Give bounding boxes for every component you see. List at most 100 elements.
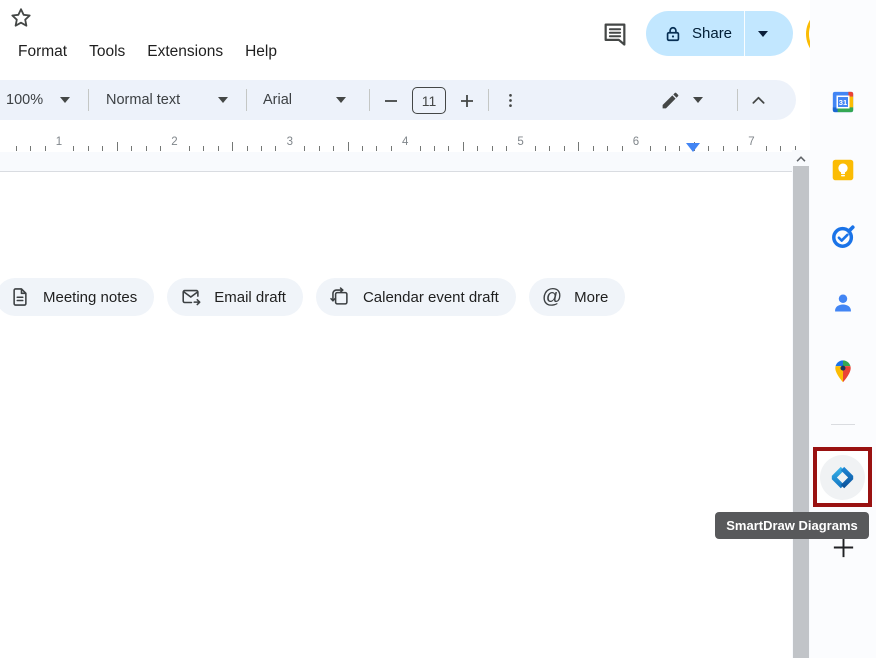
chevron-up-icon [749,91,768,110]
email-send-icon [180,286,202,308]
ruler-tick [549,146,550,151]
sidebar-item-keep[interactable] [827,154,859,186]
menu-help[interactable]: Help [234,38,288,66]
chip-label: Email draft [214,289,286,306]
ruler-tick [117,142,118,151]
ruler-number: 2 [171,136,177,148]
comment-history-button[interactable] [598,17,632,51]
document-page[interactable]: Meeting notes Email draft Calendar event… [0,171,792,658]
menu-format[interactable]: Format [7,38,78,66]
ruler-tick [73,146,74,151]
ruler-tick [362,146,363,151]
paragraph-style-select[interactable]: Normal text [106,80,228,120]
ruler-tick [319,146,320,151]
star-document-button[interactable] [9,6,33,30]
ruler-number: 1 [56,136,62,148]
vertical-scrollbar[interactable] [792,150,810,658]
ruler-tick [391,146,392,151]
calendar-day-label: 31 [839,98,847,107]
chip-calendar-event-draft[interactable]: Calendar event draft [316,278,516,316]
toolbar-separator [88,89,89,111]
ruler-tick [30,146,31,151]
ruler-tick [665,146,666,151]
right-indent-marker[interactable] [686,143,700,152]
kebab-menu-icon [501,91,520,110]
font-value: Arial [263,92,292,108]
ruler-tick [146,146,147,151]
decrease-font-size-button[interactable] [378,88,403,113]
ruler-tick [247,146,248,151]
ruler-tick [708,146,709,151]
sidebar-item-contacts[interactable] [827,287,859,319]
font-size-value: 11 [422,93,437,109]
ruler-tick [564,146,565,151]
ruler-tick [780,146,781,151]
smartdraw-addon-highlight[interactable] [813,447,872,507]
smart-chips-row: Meeting notes Email draft Calendar event… [0,278,625,316]
sidebar-item-calendar[interactable]: 31 [827,86,859,118]
ruler-tick [160,146,161,151]
chip-label: Calendar event draft [363,289,499,306]
chevron-down-icon [60,97,70,103]
more-toolbar-options-button[interactable] [498,88,523,113]
document-icon [9,286,31,308]
smartdraw-icon [829,464,856,491]
at-icon: @ [542,287,562,307]
ruler-tick [218,146,219,151]
ruler-number: 7 [748,136,754,148]
ruler-tick [679,146,680,151]
ruler-tick [102,146,103,151]
ruler-tick [131,146,132,151]
editing-mode-select[interactable] [660,80,703,120]
ruler-tick [578,142,579,151]
sidebar-item-maps[interactable] [827,355,859,387]
ruler-tick [650,146,651,151]
ruler-tick [737,146,738,151]
calendar-event-icon [329,286,351,308]
chip-meeting-notes[interactable]: Meeting notes [0,278,154,316]
toolbar-separator [246,89,247,111]
font-size-input[interactable]: 11 [412,87,446,114]
sidebar-item-tasks[interactable] [827,221,859,253]
ruler-tick [535,146,536,151]
document-canvas [0,152,812,171]
ruler-tick [333,146,334,151]
toolbar-separator [488,89,489,111]
ruler-tick [189,146,190,151]
comment-icon [601,20,629,48]
share-main[interactable]: Share [646,11,744,56]
chip-email-draft[interactable]: Email draft [167,278,303,316]
menu-tools[interactable]: Tools [78,38,136,66]
scrollbar-thumb[interactable] [793,166,809,658]
font-select[interactable]: Arial [263,80,346,120]
style-value: Normal text [106,92,180,108]
menu-bar: Format Tools Extensions Help [7,38,288,66]
ruler-tick [376,146,377,151]
ruler-tick [622,146,623,151]
ruler-tick [477,146,478,151]
google-keep-icon [830,157,856,183]
smartdraw-addon-button[interactable] [820,455,865,500]
chip-more[interactable]: @ More [529,278,626,316]
ruler-tick [506,146,507,151]
zoom-select[interactable]: 100% [6,80,70,120]
ruler-tick [723,146,724,151]
ruler-tick [45,146,46,151]
toolbar-separator [737,89,738,111]
plus-icon [458,92,476,110]
chip-label: Meeting notes [43,289,137,306]
ruler-tick [304,146,305,151]
increase-font-size-button[interactable] [454,88,479,113]
ruler-tick [463,142,464,151]
hide-menus-button[interactable] [746,88,771,113]
share-button[interactable]: Share [646,11,793,56]
menu-extensions[interactable]: Extensions [136,38,234,66]
pencil-icon [660,90,681,111]
google-docs-window: Format Tools Extensions Help Share [0,0,876,658]
google-tasks-icon [830,224,856,250]
addon-tooltip: SmartDraw Diagrams [715,512,869,539]
ruler-tick [766,146,767,151]
share-dropdown[interactable] [745,11,781,56]
ruler-tick [420,146,421,151]
scroll-up-button[interactable] [793,152,809,166]
